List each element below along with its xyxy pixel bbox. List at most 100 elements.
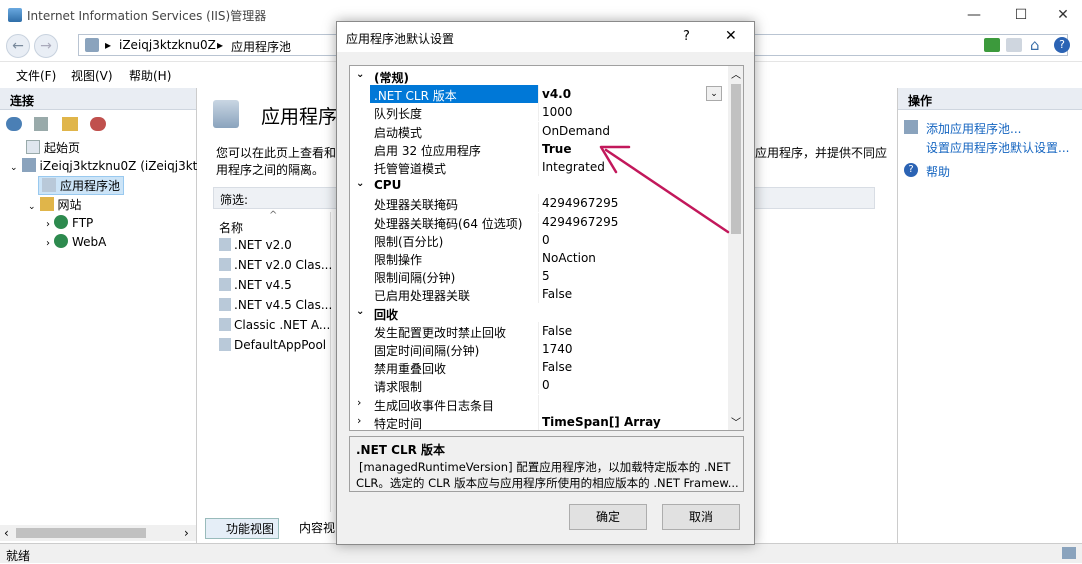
- refresh-icon[interactable]: [984, 38, 1000, 52]
- scroll-up-icon[interactable]: ︿: [731, 66, 741, 81]
- property-value[interactable]: False: [542, 324, 572, 338]
- tree-item-server[interactable]: ⌄ iZeiqj3ktzknu0Z (iZeiqj3ktzl: [10, 158, 207, 173]
- tab-content-view[interactable]: 内容视: [281, 519, 335, 536]
- property-row[interactable]: 请求限制 0: [350, 376, 728, 395]
- scroll-right-icon[interactable]: ›: [184, 526, 189, 540]
- scroll-left-icon[interactable]: ‹: [4, 526, 9, 540]
- property-row[interactable]: 启动模式 OnDemand: [350, 121, 728, 140]
- collapse-chevron-icon[interactable]: ⌄: [28, 202, 36, 212]
- property-row[interactable]: 已启用处理器关联 False: [350, 285, 728, 304]
- property-row[interactable]: 发生配置更改时禁止回收 False: [350, 321, 728, 340]
- property-row[interactable]: 处理器关联掩码 4294967295: [350, 194, 728, 213]
- cancel-button[interactable]: 取消: [662, 504, 740, 530]
- property-row[interactable]: 限制间隔(分钟) 5: [350, 267, 728, 286]
- expand-chevron-icon[interactable]: ›: [357, 414, 361, 427]
- property-value[interactable]: 1740: [542, 342, 573, 356]
- property-value[interactable]: v4.0: [542, 87, 571, 101]
- list-item[interactable]: .NET v4.5 Clas...: [219, 298, 332, 312]
- scroll-down-icon[interactable]: ﹀: [731, 414, 741, 429]
- dropdown-chevron-icon[interactable]: ⌄: [706, 86, 722, 102]
- property-row[interactable]: 特定时间 TimeSpan[] Array ›: [350, 412, 728, 430]
- property-value[interactable]: TimeSpan[] Array: [542, 415, 661, 429]
- home-icon[interactable]: ⌂: [1030, 36, 1040, 54]
- menu-help[interactable]: 帮助(H): [129, 67, 171, 84]
- category-row-general[interactable]: ⌄ (常规): [350, 67, 728, 85]
- expand-chevron-icon[interactable]: ›: [357, 396, 361, 409]
- collapse-chevron-icon[interactable]: ⌄: [356, 69, 364, 80]
- dialog-close-button[interactable]: ✕: [725, 28, 737, 44]
- tab-features-view[interactable]: 功能视图: [205, 518, 280, 539]
- property-value[interactable]: 4294967295: [542, 215, 618, 229]
- property-row[interactable]: 固定时间间隔(分钟) 1740: [350, 340, 728, 358]
- property-row[interactable]: 限制(百分比) 0: [350, 230, 728, 249]
- property-value[interactable]: OnDemand: [542, 124, 610, 138]
- property-row[interactable]: 处理器关联掩码(64 位选项) 4294967295: [350, 212, 728, 231]
- horizontal-scrollbar[interactable]: ‹ ›: [0, 525, 196, 541]
- property-value[interactable]: False: [542, 287, 572, 301]
- save-icon[interactable]: [34, 117, 48, 131]
- property-row[interactable]: 禁用重叠回收 False: [350, 358, 728, 377]
- disconnect-icon[interactable]: [90, 117, 106, 131]
- category-row-recycle[interactable]: ⌄ 回收: [350, 304, 728, 322]
- close-button[interactable]: ✕: [1040, 2, 1082, 28]
- minimize-button[interactable]: —: [951, 2, 997, 28]
- expand-chevron-icon[interactable]: ›: [46, 219, 50, 230]
- tree-item-start-page[interactable]: 起始页: [26, 139, 80, 156]
- up-folder-icon[interactable]: [62, 117, 78, 131]
- description-line1: [managedRuntimeVersion] 配置应用程序池，以加载特定版本的…: [359, 460, 731, 474]
- property-row[interactable]: 生成回收事件日志条目 ›: [350, 394, 728, 413]
- back-button[interactable]: ←: [6, 34, 30, 58]
- forward-button[interactable]: →: [34, 34, 58, 58]
- action-set-pool-defaults[interactable]: 设置应用程序池默认设置...: [926, 139, 1069, 156]
- tree-item-ftp[interactable]: › FTP: [46, 215, 93, 230]
- property-value[interactable]: 1000: [542, 105, 573, 119]
- property-value[interactable]: 5: [542, 269, 550, 283]
- vertical-scrollbar[interactable]: ︿ ﹀: [728, 66, 743, 430]
- help-icon[interactable]: ?: [1054, 37, 1070, 53]
- breadcrumb-server[interactable]: iZeiqj3ktzknu0Z: [119, 38, 216, 52]
- action-help[interactable]: 帮助: [926, 163, 950, 180]
- property-row[interactable]: 队列长度 1000: [350, 103, 728, 122]
- property-row[interactable]: 限制操作 NoAction: [350, 249, 728, 267]
- property-value[interactable]: 0: [542, 233, 550, 247]
- ok-button[interactable]: 确定: [569, 504, 647, 530]
- stop-icon[interactable]: [1006, 38, 1022, 52]
- property-value[interactable]: True: [542, 142, 571, 156]
- list-item[interactable]: .NET v4.5: [219, 278, 292, 292]
- property-value[interactable]: Integrated: [542, 160, 605, 174]
- column-divider: [538, 340, 539, 358]
- collapse-chevron-icon[interactable]: ⌄: [10, 163, 18, 173]
- list-item[interactable]: DefaultAppPool: [219, 338, 326, 352]
- breadcrumb-node[interactable]: 应用程序池: [231, 38, 291, 55]
- property-row[interactable]: 托管管道模式 Integrated: [350, 158, 728, 176]
- collapse-chevron-icon[interactable]: ⌄: [356, 178, 364, 189]
- property-value[interactable]: NoAction: [542, 251, 596, 265]
- column-divider: [538, 394, 539, 413]
- scroll-thumb[interactable]: [16, 528, 146, 538]
- action-add-app-pool[interactable]: 添加应用程序池...: [926, 120, 1021, 137]
- dialog-help-button[interactable]: ?: [683, 29, 690, 44]
- column-header-name[interactable]: 名称: [219, 219, 243, 236]
- tree-item-sites[interactable]: ⌄ 网站: [28, 196, 82, 213]
- list-item[interactable]: Classic .NET A...: [219, 318, 330, 332]
- menu-file[interactable]: 文件(F): [16, 67, 56, 84]
- category-row-cpu[interactable]: ⌄ CPU: [350, 176, 728, 194]
- tree-item-app-pools[interactable]: 应用程序池: [38, 176, 125, 195]
- scroll-thumb[interactable]: [731, 84, 741, 234]
- collapse-chevron-icon[interactable]: ⌄: [356, 306, 364, 317]
- list-item[interactable]: .NET v2.0: [219, 238, 292, 252]
- tree-item-weba[interactable]: › WebA: [46, 234, 106, 249]
- connect-icon[interactable]: [6, 117, 22, 131]
- property-value[interactable]: 0: [542, 378, 550, 392]
- list-item[interactable]: .NET v2.0 Clas...: [219, 258, 332, 272]
- page-description-right: 应用程序，并提供不同应: [755, 146, 888, 160]
- property-value[interactable]: False: [542, 360, 572, 374]
- dialog-title-bar: 应用程序池默认设置 ? ✕: [337, 22, 754, 52]
- property-row[interactable]: .NET CLR 版本 v4.0 ⌄: [350, 85, 728, 104]
- tab-label: 功能视图: [226, 522, 275, 536]
- property-value[interactable]: 4294967295: [542, 196, 618, 210]
- expand-chevron-icon[interactable]: ›: [46, 238, 50, 249]
- property-row[interactable]: 启用 32 位应用程序 True: [350, 139, 728, 158]
- maximize-button[interactable]: ☐: [998, 2, 1044, 28]
- menu-view[interactable]: 视图(V): [71, 67, 113, 84]
